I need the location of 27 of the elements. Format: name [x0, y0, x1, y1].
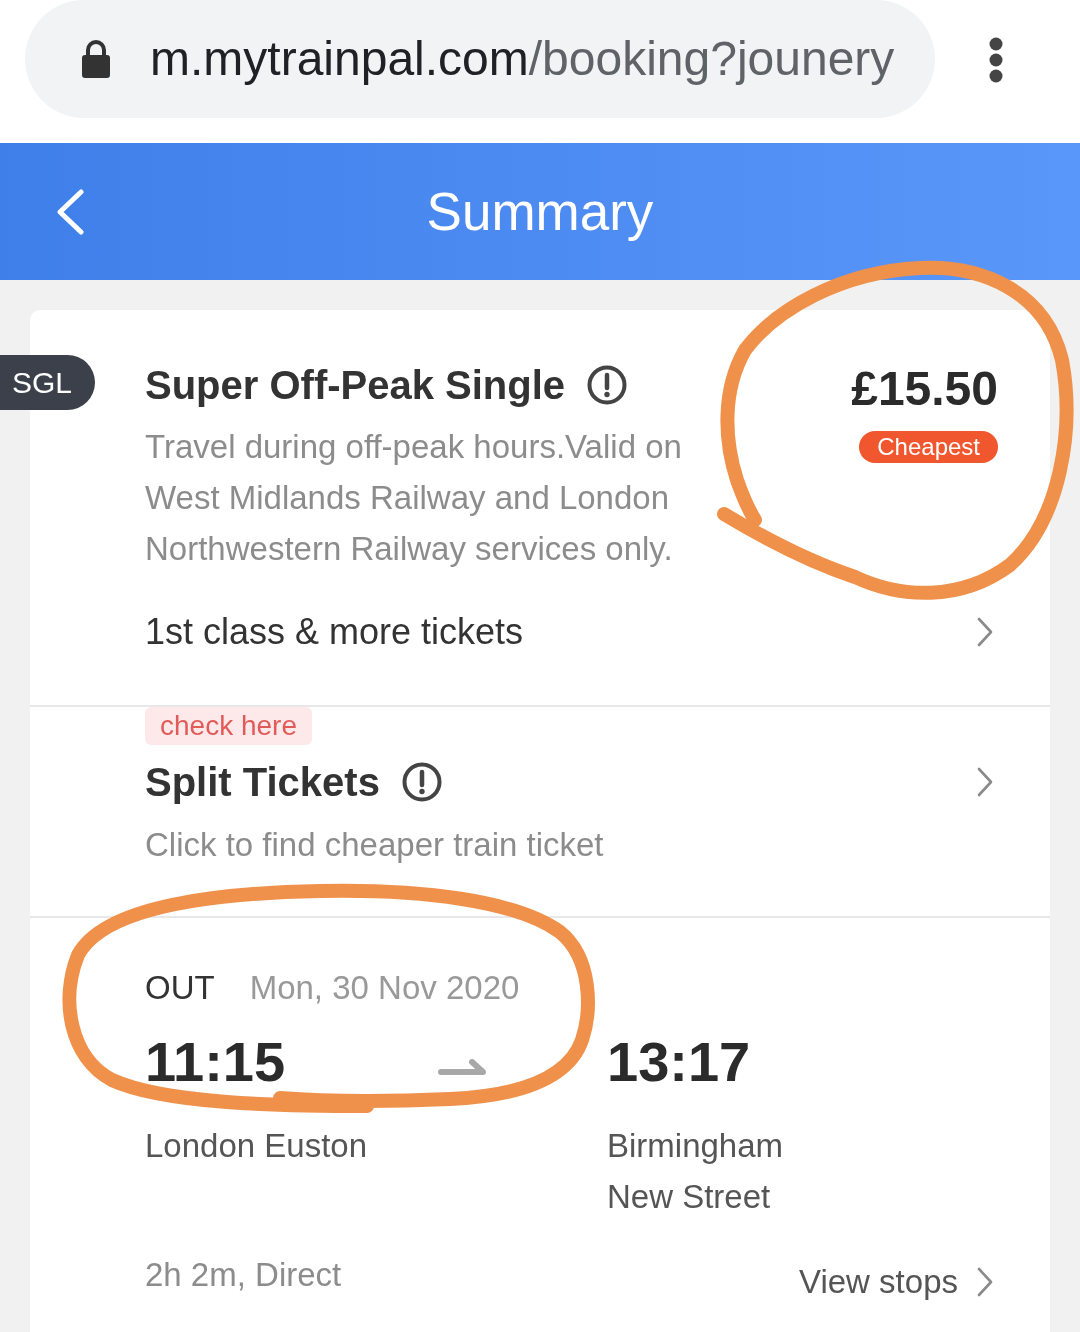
split-tickets-subtitle: Click to find cheaper train ticket: [145, 825, 604, 865]
page-title: Summary: [425, 180, 655, 243]
fare-type-badge: SGL: [0, 355, 95, 410]
fare-description: Travel during off-peak hours.Valid on West Midlands Railway and London Northwestern Railway services only.: [145, 427, 683, 569]
chevron-right-icon[interactable]: [976, 616, 994, 648]
arrival-station: Birmingham New Street: [607, 1126, 785, 1217]
chevron-right-icon[interactable]: [976, 1266, 994, 1298]
chevron-right-icon[interactable]: [976, 766, 994, 798]
departure-time: 11:15: [145, 1030, 287, 1094]
journey-date: Mon, 30 Nov 2020: [249, 968, 520, 1008]
info-icon[interactable]: [587, 365, 628, 405]
more-tickets-link[interactable]: 1st class & more tickets: [145, 610, 524, 654]
split-tickets-title[interactable]: Split Tickets: [145, 758, 380, 806]
address-bar[interactable]: m.mytrainpal.com/booking?jounery: [25, 0, 935, 118]
info-icon[interactable]: [401, 762, 442, 802]
fare-name: Super Off-Peak Single: [145, 362, 566, 409]
url-text: m.mytrainpal.com/booking?jounery: [150, 31, 895, 87]
back-icon[interactable]: [55, 188, 85, 235]
fare-price: £15.50: [851, 361, 998, 417]
more-menu-icon[interactable]: [989, 37, 1003, 83]
direction-label: OUT: [145, 968, 215, 1008]
departure-station: London Euston: [145, 1126, 369, 1166]
check-here-tag: check here: [145, 707, 312, 745]
cheapest-badge: Cheapest: [859, 431, 998, 463]
view-stops-link[interactable]: View stops: [799, 1260, 958, 1304]
arrival-time: 13:17: [607, 1030, 752, 1094]
journey-duration: 2h 2m, Direct: [145, 1255, 342, 1295]
